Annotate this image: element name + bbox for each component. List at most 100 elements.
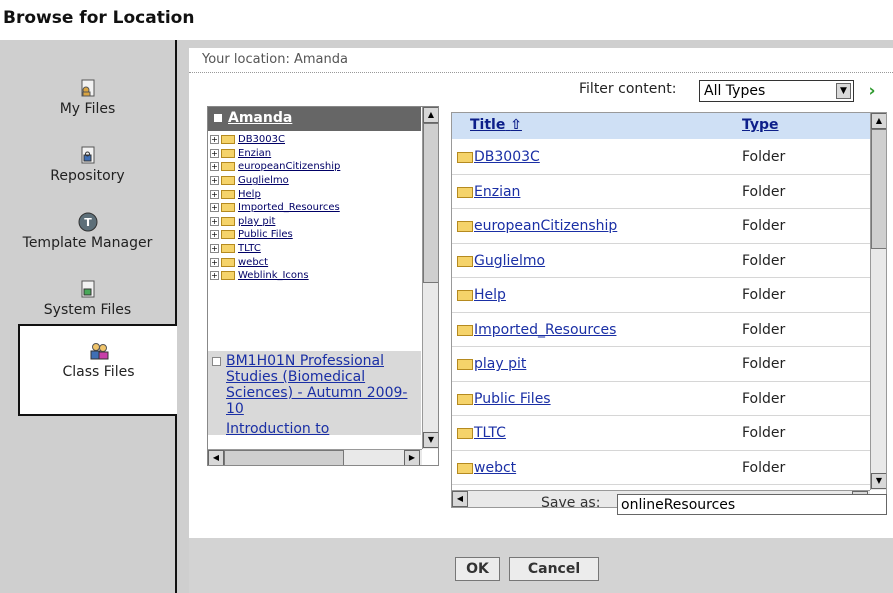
expand-icon[interactable]: + [210, 257, 219, 267]
folder-icon [221, 148, 235, 158]
file-name-link[interactable]: Imported_Resources [474, 322, 616, 338]
expand-icon[interactable]: + [210, 271, 219, 281]
class-tree-section: BM1H01N Professional Studies (Biomedical… [208, 351, 421, 435]
system-files-icon [81, 280, 94, 298]
expand-icon[interactable]: + [210, 216, 219, 226]
scroll-thumb[interactable] [871, 129, 886, 249]
tree-item[interactable]: + Public Files [210, 228, 420, 242]
scroll-left-icon[interactable]: ◀ [452, 491, 468, 507]
scroll-up-icon[interactable]: ▲ [423, 107, 438, 123]
sidebar-item-class-files[interactable]: Class Files [18, 324, 177, 416]
expand-icon[interactable] [212, 357, 221, 366]
table-row[interactable]: DB3003C Folder [452, 140, 870, 175]
file-name-link[interactable]: webct [474, 460, 516, 476]
sidebar-item-my-files[interactable]: My Files [0, 77, 175, 117]
expand-icon[interactable]: + [210, 244, 219, 254]
file-name-link[interactable]: Help [474, 287, 506, 303]
sidebar-item-repository[interactable]: Repository [0, 144, 175, 184]
tree-item-label: webct [238, 256, 269, 268]
table-row[interactable]: play pit Folder [452, 347, 870, 382]
table-row[interactable]: Public Files Folder [452, 382, 870, 416]
tree-root[interactable]: Amanda [208, 107, 421, 131]
tree-item[interactable]: + Guglielmo [210, 174, 420, 188]
tree-item[interactable]: + Weblink_Icons [210, 269, 420, 283]
class-tree-item[interactable]: BM1H01N Professional Studies (Biomedical… [226, 353, 412, 417]
sort-asc-icon: ⇧ [510, 117, 522, 133]
tree-item[interactable]: + webct [210, 255, 420, 269]
file-name-link[interactable]: Enzian [474, 184, 520, 200]
sidebar-item-system-files[interactable]: System Files [0, 278, 175, 318]
scroll-down-icon[interactable]: ▼ [423, 432, 438, 448]
table-row[interactable]: webct Folder [452, 451, 870, 485]
my-files-icon [81, 79, 94, 97]
tree-item-label: Public Files [238, 229, 293, 241]
content-panel: Your location: Amanda Filter content: Al… [189, 48, 893, 593]
file-list-vertical-scrollbar[interactable]: ▲ ▼ [870, 113, 886, 490]
ok-button[interactable]: OK [455, 557, 500, 581]
file-type: Folder [742, 252, 786, 269]
file-list: Title ⇧ Type DB3003C Folder Enzian Folder … [451, 112, 887, 508]
scroll-up-icon[interactable]: ▲ [871, 113, 886, 129]
tree-item[interactable]: + Enzian [210, 147, 420, 161]
filter-label: Filter content: [579, 81, 677, 97]
expand-icon[interactable]: + [210, 176, 219, 186]
scroll-right-icon[interactable]: ▶ [404, 450, 420, 465]
column-title-header[interactable]: Title ⇧ [470, 117, 522, 133]
file-name-link[interactable]: europeanCitizenship [474, 218, 617, 234]
tree-item[interactable]: + Imported_Resources [210, 201, 420, 215]
tree-item[interactable]: + DB3003C [210, 133, 420, 147]
tree-vertical-scrollbar[interactable]: ▲ ▼ [422, 107, 438, 449]
expand-icon[interactable]: + [210, 162, 219, 172]
table-row[interactable]: Help Folder [452, 278, 870, 313]
expand-icon[interactable]: + [210, 148, 219, 158]
folder-icon [221, 271, 235, 281]
tree-horizontal-scrollbar[interactable]: ◀ ▶ [208, 449, 422, 465]
go-arrow-icon[interactable]: › [861, 81, 883, 103]
table-row[interactable]: Guglielmo Folder [452, 244, 870, 278]
scroll-thumb[interactable] [423, 123, 438, 283]
sidebar-item-template-manager[interactable]: T Template Manager [0, 211, 175, 251]
collapse-icon [214, 114, 222, 122]
scroll-down-icon[interactable]: ▼ [871, 473, 886, 489]
file-name-link[interactable]: TLTC [474, 425, 506, 441]
sidebar-item-label: Class Files [62, 364, 135, 380]
filter-select[interactable]: All Types ▼ [699, 80, 854, 102]
tree-item-label: Imported_Resources [238, 202, 340, 214]
file-name-link[interactable]: Guglielmo [474, 253, 545, 269]
file-type: Folder [742, 149, 786, 165]
sidebar-item-label: My Files [59, 101, 116, 117]
chevron-down-icon[interactable]: ▼ [836, 83, 851, 99]
scroll-left-icon[interactable]: ◀ [208, 450, 224, 465]
class-tree-item-partial[interactable]: Introduction to [226, 421, 412, 435]
sidebar-item-label: Template Manager [22, 235, 153, 251]
folder-icon [457, 186, 473, 198]
file-name-link[interactable]: Public Files [474, 391, 551, 407]
tree-item[interactable]: + Help [210, 187, 420, 201]
page-title: Browse for Location [3, 8, 195, 28]
expand-icon[interactable]: + [210, 230, 219, 240]
folder-icon [457, 359, 473, 370]
tree-item-label: Weblink_Icons [238, 270, 309, 282]
folder-icon [221, 230, 235, 240]
table-row[interactable]: europeanCitizenship Folder [452, 209, 870, 244]
file-name-link[interactable]: play pit [474, 356, 526, 372]
column-type-header[interactable]: Type [742, 117, 779, 133]
expand-icon[interactable]: + [210, 189, 219, 199]
tree-item[interactable]: + europeanCitizenship [210, 160, 420, 174]
tree-item[interactable]: + play pit [210, 215, 420, 229]
save-as-input[interactable] [617, 494, 887, 515]
expand-icon[interactable]: + [210, 135, 219, 145]
file-name-link[interactable]: DB3003C [474, 149, 540, 165]
folder-icon [221, 257, 235, 267]
scroll-thumb[interactable] [224, 450, 344, 465]
table-row[interactable]: TLTC Folder [452, 416, 870, 451]
tree-item[interactable]: + TLTC [210, 242, 420, 256]
table-row[interactable]: Imported_Resources Folder [452, 313, 870, 347]
cancel-button[interactable]: Cancel [509, 557, 599, 581]
folder-icon [457, 324, 473, 336]
repository-icon [81, 146, 94, 164]
expand-icon[interactable]: + [210, 203, 219, 213]
folder-icon [221, 189, 235, 199]
table-row[interactable]: Enzian Folder [452, 175, 870, 209]
file-type: Folder [742, 183, 786, 200]
